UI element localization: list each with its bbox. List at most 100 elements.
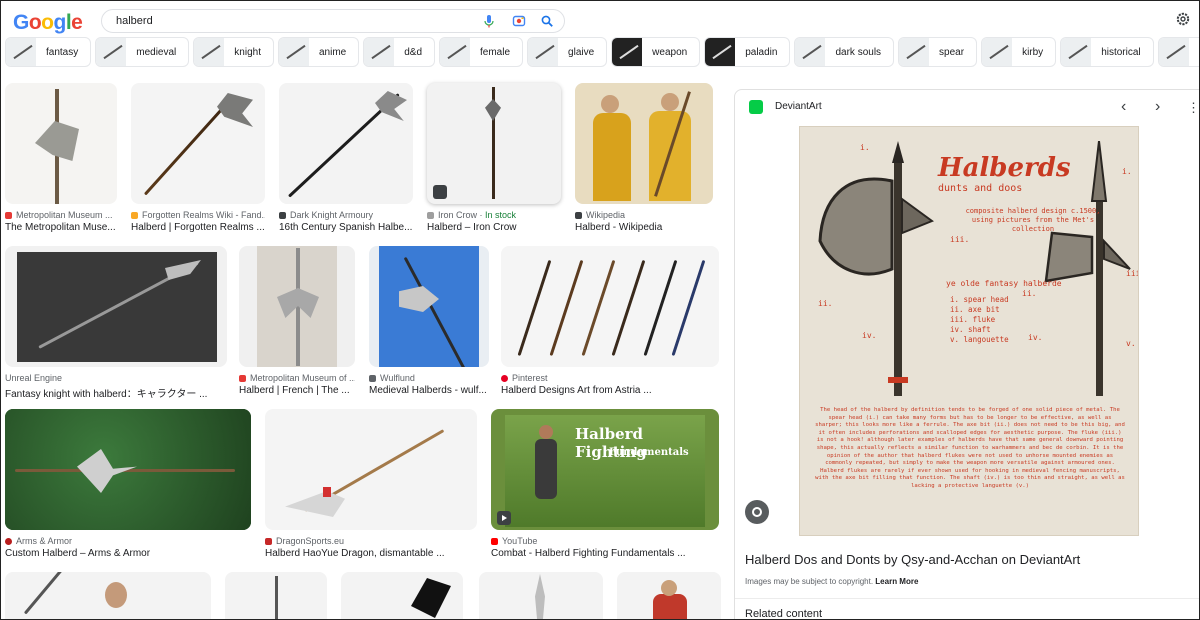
filter-chip[interactable]: knight	[193, 37, 274, 67]
filter-chip[interactable]: fantasy	[5, 37, 92, 67]
poster-subtitle: dunts and doos	[938, 183, 1023, 194]
result-source-label: Pinterest	[512, 373, 548, 383]
thumbnail-caption: Fundamentals	[609, 447, 689, 458]
previous-arrow-icon[interactable]: ‹	[1121, 98, 1126, 116]
filter-chip[interactable]: spear	[898, 37, 978, 67]
search-icon[interactable]	[540, 14, 554, 28]
video-play-icon	[497, 511, 511, 525]
chip-thumbnail	[795, 38, 826, 66]
logo-letter: o	[41, 11, 54, 34]
chip-thumbnail	[1061, 38, 1092, 66]
result-image[interactable]: Halberd Fighting Fundamentals	[491, 409, 719, 530]
filter-chip[interactable]: pike	[1157, 37, 1199, 67]
chip-thumbnail	[528, 38, 559, 66]
result-image[interactable]	[5, 83, 117, 204]
result-image[interactable]	[617, 572, 721, 619]
filter-chip[interactable]: weapon	[611, 37, 701, 67]
legend-item: iii. fluke	[950, 315, 996, 324]
poster-title: Halberds	[938, 153, 1071, 183]
chip-thumbnail	[440, 38, 471, 66]
filter-chip[interactable]: paladin	[704, 37, 791, 67]
result-title[interactable]: Halberd | Forgotten Realms ...	[131, 222, 265, 233]
result-image[interactable]	[131, 83, 265, 204]
filter-chip[interactable]: anime	[277, 37, 360, 67]
chip-label: spear	[939, 46, 965, 58]
result-source-label: Dark Knight Armoury	[290, 210, 374, 220]
poster-label: ii.	[1022, 289, 1037, 298]
result-image[interactable]	[225, 572, 327, 619]
result-image[interactable]	[501, 246, 719, 367]
preview-site-name[interactable]: DeviantArt	[775, 101, 822, 112]
google-lens-icon[interactable]	[745, 500, 769, 524]
logo-letter: o	[28, 11, 42, 34]
result-title[interactable]: Fantasy knight with halberd：キャラクター ...	[5, 385, 227, 400]
poster-label: iv.	[1028, 333, 1043, 342]
google-logo[interactable]: Google	[13, 11, 83, 35]
result-image[interactable]	[5, 409, 251, 530]
result-title[interactable]: Medieval Halberds - wulf...	[369, 385, 489, 396]
result-image[interactable]	[479, 572, 603, 619]
filter-chip[interactable]: glaive	[527, 37, 608, 67]
search-input[interactable]: halberd	[116, 15, 153, 27]
filter-chip[interactable]: historical	[1060, 37, 1154, 67]
preview-image[interactable]: Halberds dunts and doos composite halber…	[799, 126, 1139, 536]
preview-title[interactable]: Halberd Dos and Donts by Qsy-and-Acchan …	[745, 552, 1080, 567]
chip-thumbnail	[705, 38, 736, 66]
site-favicon-icon	[279, 212, 286, 219]
chip-label: weapon	[652, 46, 688, 58]
chip-label: knight	[234, 46, 261, 58]
result-source: Iron Crow · In stock	[427, 210, 561, 220]
filter-chip[interactable]: kirby	[981, 37, 1057, 67]
chip-label: female	[480, 46, 511, 58]
site-favicon-icon	[239, 375, 246, 382]
related-content-heading: Related content	[745, 608, 823, 620]
result-source: YouTube	[491, 536, 719, 546]
result-image[interactable]	[265, 409, 477, 530]
result-image[interactable]	[427, 83, 561, 204]
site-favicon-icon	[501, 375, 508, 382]
result-image[interactable]	[341, 572, 463, 619]
filter-chip[interactable]: d&d	[363, 37, 436, 67]
poster-legend: i. spear head ii. axe bit iii. fluke iv.…	[950, 295, 1009, 345]
result-title[interactable]: Halberd HaoYue Dragon, dismantable ...	[265, 548, 477, 559]
result-title[interactable]: Combat - Halberd Fighting Fundamentals .…	[491, 548, 719, 559]
result-image[interactable]	[279, 83, 413, 204]
result-title[interactable]: Custom Halberd – Arms & Armor	[5, 548, 251, 559]
filter-chip[interactable]: dark souls	[794, 37, 895, 67]
result-source-label: Metropolitan Museum ...	[16, 210, 113, 220]
chip-label: medieval	[136, 46, 177, 58]
gear-icon[interactable]	[1175, 11, 1191, 27]
result-source: Unreal Engine	[5, 373, 227, 383]
result-title[interactable]: The Metropolitan Muse...	[5, 222, 117, 233]
learn-more-link[interactable]: Learn More	[875, 577, 918, 586]
result-title[interactable]: Halberd Designs Art from Astria ...	[501, 385, 719, 396]
result-source-label: Wikipedia	[586, 210, 626, 220]
result-source-label: Wulflund	[380, 373, 415, 383]
filter-chip[interactable]: medieval	[95, 37, 190, 67]
result-title[interactable]: Halberd | French | The ...	[239, 385, 355, 396]
result-title[interactable]: Halberd – Iron Crow	[427, 222, 561, 233]
poster-note: composite halberd design c.1500, using p…	[965, 207, 1101, 233]
result-image[interactable]	[5, 246, 227, 367]
more-options-icon[interactable]: ⋮	[1187, 100, 1199, 116]
site-favicon-icon	[427, 212, 434, 219]
result-image[interactable]	[5, 572, 211, 619]
result-image[interactable]	[369, 246, 489, 367]
deviantart-icon	[749, 100, 763, 114]
camera-lens-icon[interactable]	[512, 14, 526, 28]
result-title[interactable]: Halberd - Wikipedia	[575, 222, 713, 233]
next-arrow-icon[interactable]: ›	[1155, 98, 1160, 116]
result-title[interactable]: 16th Century Spanish Halbe...	[279, 222, 413, 233]
filter-chip[interactable]: female	[439, 37, 524, 67]
poster-body-text: The head of the halberd by definition te…	[815, 407, 1125, 489]
result-image[interactable]	[239, 246, 355, 367]
poster-label: v.	[1126, 339, 1136, 348]
site-favicon-icon	[131, 212, 138, 219]
logo-letter: G	[13, 11, 29, 34]
chip-thumbnail	[982, 38, 1013, 66]
microphone-icon[interactable]	[482, 14, 496, 28]
search-box[interactable]: halberd	[101, 9, 565, 33]
chip-thumbnail	[6, 38, 36, 66]
result-image[interactable]	[575, 83, 713, 204]
youtube-icon	[491, 538, 498, 545]
